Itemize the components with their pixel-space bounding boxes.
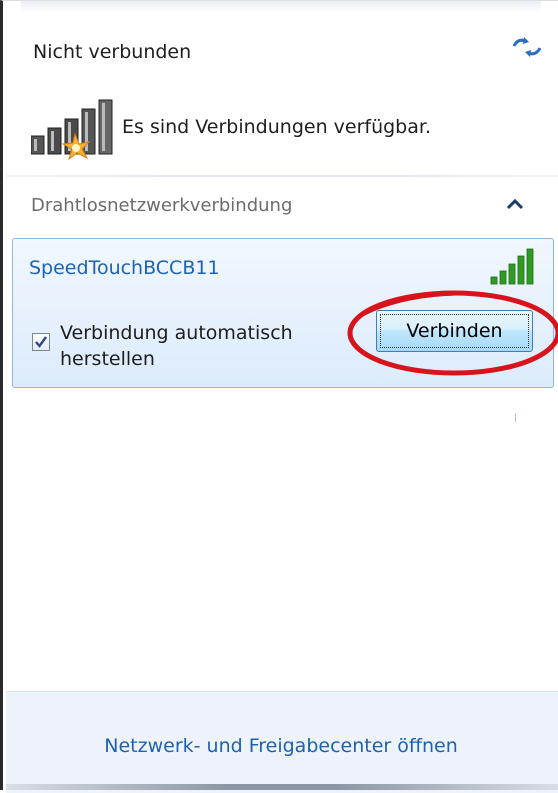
panel-top-edge: [21, 1, 541, 13]
section-divider: [6, 175, 558, 177]
auto-connect-checkbox[interactable]: [32, 333, 50, 351]
pixel-artifact: [515, 413, 516, 422]
network-flyout-panel: Nicht verbunden Es sind Verbindungen ver…: [0, 0, 558, 793]
network-name[interactable]: SpeedTouchBCCB11: [29, 257, 220, 279]
availability-text: Es sind Verbindungen verfügbar.: [122, 116, 431, 138]
refresh-icon[interactable]: [510, 35, 544, 61]
signal-strength-icon: [489, 247, 541, 285]
section-title-wireless: Drahtlosnetzwerkverbindung: [31, 195, 293, 216]
connection-status-title: Nicht verbunden: [33, 41, 192, 63]
checkmark-icon: [35, 336, 47, 348]
auto-connect-label[interactable]: Verbindung automatisch herstellen: [60, 320, 350, 372]
chevron-up-icon[interactable]: [503, 195, 527, 213]
bottom-edge: [6, 784, 558, 790]
connect-button[interactable]: Verbinden: [376, 310, 533, 352]
network-sharing-center-link[interactable]: Netzwerk- und Freigabecenter öffnen: [3, 735, 558, 757]
network-available-icon: [30, 98, 121, 161]
